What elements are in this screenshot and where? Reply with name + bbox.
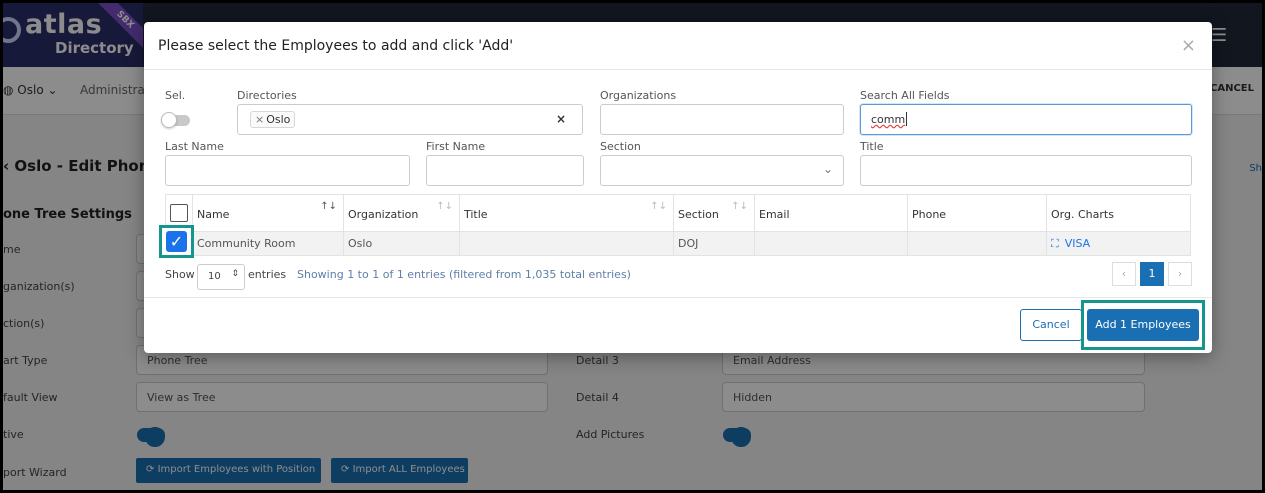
cell-phone <box>908 232 1047 255</box>
select-all-checkbox[interactable] <box>170 204 188 222</box>
add-button-highlight: Add 1 Employees <box>1081 300 1205 350</box>
sort-icon: ↑↓ <box>436 201 453 212</box>
row-select-checkbox[interactable]: ✓ <box>166 231 187 252</box>
org-chart-link[interactable]: VISA <box>1065 237 1090 250</box>
cell-title <box>460 232 674 255</box>
sort-icon: ↑↓ <box>650 201 667 212</box>
column-header-organization[interactable]: Organization ↑↓ <box>344 195 460 233</box>
first-name-label: First Name <box>426 140 486 153</box>
organizations-input[interactable] <box>600 104 844 135</box>
screen: atlas Directory SBX ☰ ◍ Oslo ⌄ Administr… <box>3 3 1262 490</box>
last-name-input[interactable] <box>165 155 410 186</box>
next-page-button[interactable]: › <box>1168 262 1192 286</box>
close-icon[interactable]: × <box>1181 35 1196 56</box>
title-input[interactable] <box>860 155 1192 186</box>
column-header-org-charts: Org. Charts <box>1047 195 1190 233</box>
chevron-updown-icon: ⇕ <box>231 269 239 279</box>
prev-page-button[interactable]: ‹ <box>1112 262 1136 286</box>
select-all-toggle[interactable] <box>161 112 190 128</box>
remove-tag-icon[interactable]: × <box>255 113 264 126</box>
table-info: Showing 1 to 1 of 1 entries (filtered fr… <box>297 268 631 281</box>
table-header: Name ↑↓ Organization ↑↓ Title ↑↓ Section ↑↓ … <box>165 194 1191 233</box>
sort-icon: ↑↓ <box>731 201 748 212</box>
page-length-select[interactable]: 10 ⇕ <box>197 264 245 290</box>
cell-name: Community Room <box>193 232 344 255</box>
column-email-label: Email <box>759 208 790 221</box>
org-chart-icon: ⛶ <box>1051 237 1059 250</box>
directories-label: Directories <box>237 89 297 102</box>
first-name-input[interactable] <box>426 155 584 186</box>
search-all-fields-input[interactable]: comm <box>860 104 1192 135</box>
sort-asc-icon: ↑↓ <box>320 201 337 212</box>
column-phone-label: Phone <box>912 208 947 221</box>
section-label: Section <box>600 140 641 153</box>
add-employees-button[interactable]: Add 1 Employees <box>1087 309 1199 341</box>
table-row[interactable]: Community Room Oslo DOJ ⛶ VISA <box>165 232 1191 256</box>
column-title-label: Title <box>464 208 488 221</box>
column-header-section[interactable]: Section ↑↓ <box>674 195 755 233</box>
directory-tag: × Oslo <box>250 111 296 128</box>
modal-footer-divider <box>144 297 1212 298</box>
directories-select[interactable]: × Oslo × <box>237 104 583 135</box>
modal-title: Please select the Employees to add and c… <box>158 38 514 54</box>
column-header-name[interactable]: Name ↑↓ <box>193 195 344 233</box>
text-caret <box>906 112 907 126</box>
column-header-title[interactable]: Title ↑↓ <box>460 195 674 233</box>
modal-header: Please select the Employees to add and c… <box>144 22 1212 70</box>
sel-label: Sel. <box>165 89 186 102</box>
title-label: Title <box>860 140 884 153</box>
directory-tag-label: Oslo <box>266 113 291 126</box>
column-name-label: Name <box>197 208 230 221</box>
add-employees-modal: Please select the Employees to add and c… <box>144 22 1212 353</box>
cell-email <box>755 232 908 255</box>
organizations-label: Organizations <box>600 89 677 102</box>
search-value: comm <box>871 113 906 126</box>
chevron-down-icon: ⌄ <box>822 162 833 176</box>
column-org-charts-label: Org. Charts <box>1051 208 1114 221</box>
cell-organization: Oslo <box>344 232 460 255</box>
clear-selection-icon[interactable]: × <box>556 112 566 126</box>
cell-org-chart: ⛶ VISA <box>1047 232 1190 255</box>
toggle-knob <box>161 112 177 128</box>
cell-section: DOJ <box>674 232 755 255</box>
page-length-value: 10 <box>208 271 221 282</box>
column-header-email: Email <box>755 195 908 233</box>
column-organization-label: Organization <box>348 208 419 221</box>
last-name-label: Last Name <box>165 140 224 153</box>
column-section-label: Section <box>678 208 719 221</box>
show-label: Show <box>165 268 195 281</box>
cancel-button[interactable]: Cancel <box>1020 309 1082 341</box>
column-header-phone: Phone <box>908 195 1047 233</box>
search-label: Search All Fields <box>860 89 950 102</box>
entries-label: entries <box>248 268 287 281</box>
row-checkbox-highlight: ✓ <box>159 225 194 258</box>
page-1-button[interactable]: 1 <box>1140 262 1164 286</box>
section-select[interactable]: ⌄ <box>600 155 844 186</box>
